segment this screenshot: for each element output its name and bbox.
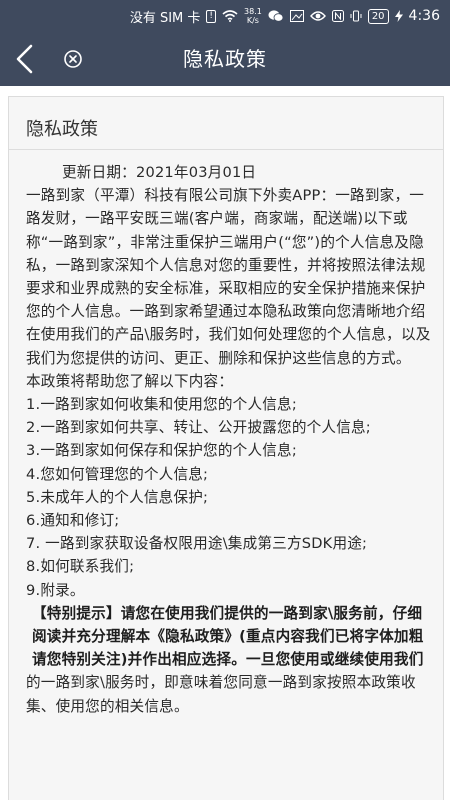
close-button[interactable] xyxy=(60,46,86,72)
policy-body: 更新日期：2021年03月01日 一路到家（平潭）科技有限公司旗下外卖APP：一… xyxy=(26,161,436,718)
list-item: 7. 一路到家获取设备权限用途\集成第三方SDK用途; xyxy=(26,535,368,553)
back-button[interactable] xyxy=(8,42,42,76)
policy-heading: 隐私政策 xyxy=(26,119,98,140)
policy-card[interactable]: 隐私政策 更新日期：2021年03月01日 一路到家（平潭）科技有限公司旗下外卖… xyxy=(8,96,444,800)
list-item: 4.您如何管理您的个人信息; xyxy=(26,465,209,483)
list-item: 3.一路到家如何保存和保护您的个人信息; xyxy=(26,442,297,460)
nfc-icon xyxy=(331,10,344,22)
heading-divider xyxy=(9,149,443,150)
list-item: 5.未成年人的个人信息保护; xyxy=(26,488,209,506)
eye-icon xyxy=(309,10,326,22)
chevron-left-icon xyxy=(16,44,33,74)
wechat-icon xyxy=(268,9,284,23)
status-bar: 没有 SIM 卡 ! 38.1 K/s 20 4:36 xyxy=(0,0,450,32)
continuation-text: 的一路到家\服务时，即意味着您同意一路到家按照本政策收集、使用您的相关信息。 xyxy=(26,674,416,715)
special-notice: 【特别提示】请您在使用我们提供的一路到家\服务前，仔细阅读并充分理解本《隐私政策… xyxy=(32,604,424,669)
sim-alert-icon: ! xyxy=(206,9,216,23)
network-speed: 38.1 K/s xyxy=(244,7,262,25)
list-item: 2.一路到家如何共享、转让、公开披露您的个人信息; xyxy=(26,419,371,437)
carrier-label: 没有 SIM 卡 xyxy=(129,10,201,26)
list-item: 8.如何联系我们; xyxy=(26,558,135,576)
network-speed-value: 38.1 xyxy=(244,7,262,16)
network-speed-unit: K/s xyxy=(246,16,259,25)
clock: 4:36 xyxy=(408,8,440,24)
list-item: 9.附录。 xyxy=(26,581,85,599)
title-bar: 隐私政策 xyxy=(0,32,450,86)
intro-paragraph: 一路到家（平潭）科技有限公司旗下外卖APP：一路到家，一路发财，一路平安既三端(… xyxy=(26,187,431,367)
list-item: 1.一路到家如何收集和使用您的个人信息; xyxy=(26,396,297,414)
close-circle-icon xyxy=(64,50,82,68)
vibrate-icon xyxy=(350,10,362,22)
battery-level: 20 xyxy=(371,10,385,22)
update-date: 更新日期：2021年03月01日 xyxy=(62,164,257,181)
gallery-icon xyxy=(289,10,304,22)
contents-intro: 本政策将帮助您了解以下内容： xyxy=(26,372,234,390)
wifi-icon xyxy=(222,10,238,22)
list-item: 6.通知和修订; xyxy=(26,512,120,530)
battery-icon: 20 xyxy=(367,8,389,24)
charging-icon xyxy=(394,10,403,22)
